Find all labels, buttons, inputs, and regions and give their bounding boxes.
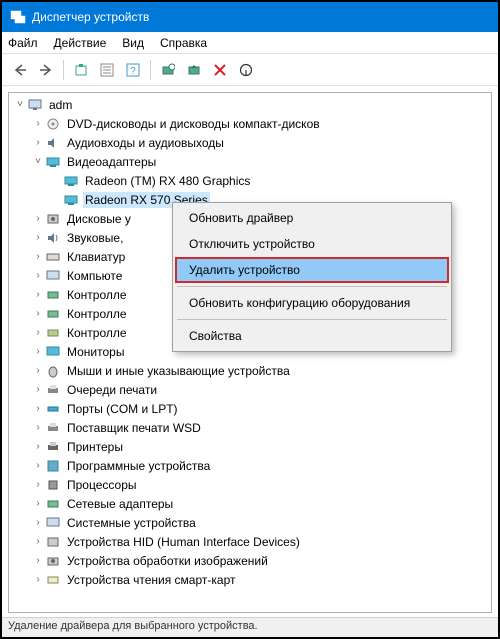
computer-icon — [45, 268, 61, 284]
expand-icon[interactable]: › — [31, 555, 45, 566]
uninstall-button[interactable] — [208, 58, 232, 82]
expand-icon[interactable]: › — [31, 384, 45, 395]
category-system[interactable]: ›Системные устройства — [9, 513, 491, 532]
device-gpu1[interactable]: Radeon (TM) RX 480 Graphics — [9, 171, 491, 190]
category-network[interactable]: ›Сетевые адаптеры — [9, 494, 491, 513]
collapse-icon[interactable]: ˅ — [31, 156, 45, 167]
menu-separator — [177, 286, 447, 287]
controller-icon — [45, 287, 61, 303]
keyboard-icon — [45, 249, 61, 265]
context-menu: Обновить драйвер Отключить устройство Уд… — [172, 202, 452, 352]
expand-icon[interactable]: › — [31, 346, 45, 357]
category-ports[interactable]: ›Порты (COM и LPT) — [9, 399, 491, 418]
expand-icon[interactable]: › — [31, 270, 45, 281]
expand-icon[interactable]: › — [31, 498, 45, 509]
ctx-uninstall-device[interactable]: Удалить устройство — [175, 257, 449, 283]
expand-icon[interactable]: › — [31, 118, 45, 129]
category-smartcard[interactable]: ›Устройства чтения смарт-карт — [9, 570, 491, 589]
scan-button[interactable] — [156, 58, 180, 82]
toolbar: ? — [2, 54, 498, 86]
controller-icon — [45, 306, 61, 322]
category-video[interactable]: ˅Видеоадаптеры — [9, 152, 491, 171]
expand-icon[interactable]: › — [31, 327, 45, 338]
ctx-properties[interactable]: Свойства — [175, 323, 449, 349]
smartcard-icon — [45, 572, 61, 588]
ctx-scan-hardware[interactable]: Обновить конфигурацию оборудования — [175, 290, 449, 316]
expand-icon[interactable]: › — [31, 308, 45, 319]
expand-icon[interactable]: › — [31, 479, 45, 490]
root-node[interactable]: ˅adm — [9, 95, 491, 114]
mouse-icon — [45, 363, 61, 379]
audio-icon — [45, 135, 61, 151]
expand-icon[interactable]: › — [31, 536, 45, 547]
expand-icon[interactable]: › — [31, 213, 45, 224]
system-icon — [45, 515, 61, 531]
menubar: Файл Действие Вид Справка — [2, 32, 498, 54]
category-print-queues[interactable]: ›Очереди печати — [9, 380, 491, 399]
expand-icon[interactable]: › — [31, 365, 45, 376]
help-button[interactable]: ? — [121, 58, 145, 82]
port-icon — [45, 401, 61, 417]
expand-icon[interactable]: › — [31, 422, 45, 433]
expand-icon[interactable]: › — [31, 517, 45, 528]
expand-icon[interactable]: › — [31, 403, 45, 414]
category-processors[interactable]: ›Процессоры — [9, 475, 491, 494]
category-wsd[interactable]: ›Поставщик печати WSD — [9, 418, 491, 437]
expand-icon[interactable]: › — [31, 232, 45, 243]
menu-file[interactable]: Файл — [8, 36, 38, 50]
category-hid[interactable]: ›Устройства HID (Human Interface Devices… — [9, 532, 491, 551]
display-adapter-icon — [63, 192, 79, 208]
svg-text:?: ? — [130, 66, 136, 77]
dvd-icon — [45, 116, 61, 132]
show-hidden-button[interactable] — [69, 58, 93, 82]
computer-icon — [27, 97, 43, 113]
sound-icon — [45, 230, 61, 246]
cpu-icon — [45, 477, 61, 493]
printer-icon — [45, 420, 61, 436]
display-adapter-icon — [45, 154, 61, 170]
network-icon — [45, 496, 61, 512]
expand-icon[interactable]: › — [31, 251, 45, 262]
menu-action[interactable]: Действие — [54, 36, 107, 50]
app-icon — [10, 9, 26, 25]
category-printers[interactable]: ›Принтеры — [9, 437, 491, 456]
collapse-icon[interactable]: ˅ — [13, 99, 27, 110]
category-software[interactable]: ›Программные устройства — [9, 456, 491, 475]
ctx-disable-device[interactable]: Отключить устройство — [175, 231, 449, 257]
properties-button[interactable] — [95, 58, 119, 82]
category-audio[interactable]: ›Аудиовходы и аудиовыходы — [9, 133, 491, 152]
update-driver-button[interactable] — [182, 58, 206, 82]
ctx-update-driver[interactable]: Обновить драйвер — [175, 205, 449, 231]
disable-button[interactable] — [234, 58, 258, 82]
expand-icon[interactable]: › — [31, 574, 45, 585]
printer-icon — [45, 382, 61, 398]
menu-view[interactable]: Вид — [122, 36, 144, 50]
disk-icon — [45, 211, 61, 227]
expand-icon[interactable]: › — [31, 137, 45, 148]
monitor-icon — [45, 344, 61, 360]
window-title: Диспетчер устройств — [32, 10, 149, 24]
category-dvd[interactable]: ›DVD-дисководы и дисководы компакт-диско… — [9, 114, 491, 133]
software-icon — [45, 458, 61, 474]
expand-icon[interactable]: › — [31, 460, 45, 471]
display-adapter-icon — [63, 173, 79, 189]
hid-icon — [45, 534, 61, 550]
imaging-icon — [45, 553, 61, 569]
device-tree[interactable]: ˅adm ›DVD-дисководы и дисководы компакт-… — [8, 92, 492, 613]
category-mouse[interactable]: ›Мыши и иные указывающие устройства — [9, 361, 491, 380]
printer-icon — [45, 439, 61, 455]
expand-icon[interactable]: › — [31, 289, 45, 300]
statusbar: Удаление драйвера для выбранного устройс… — [2, 617, 498, 637]
titlebar: Диспетчер устройств — [2, 2, 498, 32]
forward-button[interactable] — [34, 58, 58, 82]
menu-help[interactable]: Справка — [160, 36, 207, 50]
back-button[interactable] — [8, 58, 32, 82]
controller-icon — [45, 325, 61, 341]
menu-separator — [177, 319, 447, 320]
category-imaging[interactable]: ›Устройства обработки изображений — [9, 551, 491, 570]
expand-icon[interactable]: › — [31, 441, 45, 452]
